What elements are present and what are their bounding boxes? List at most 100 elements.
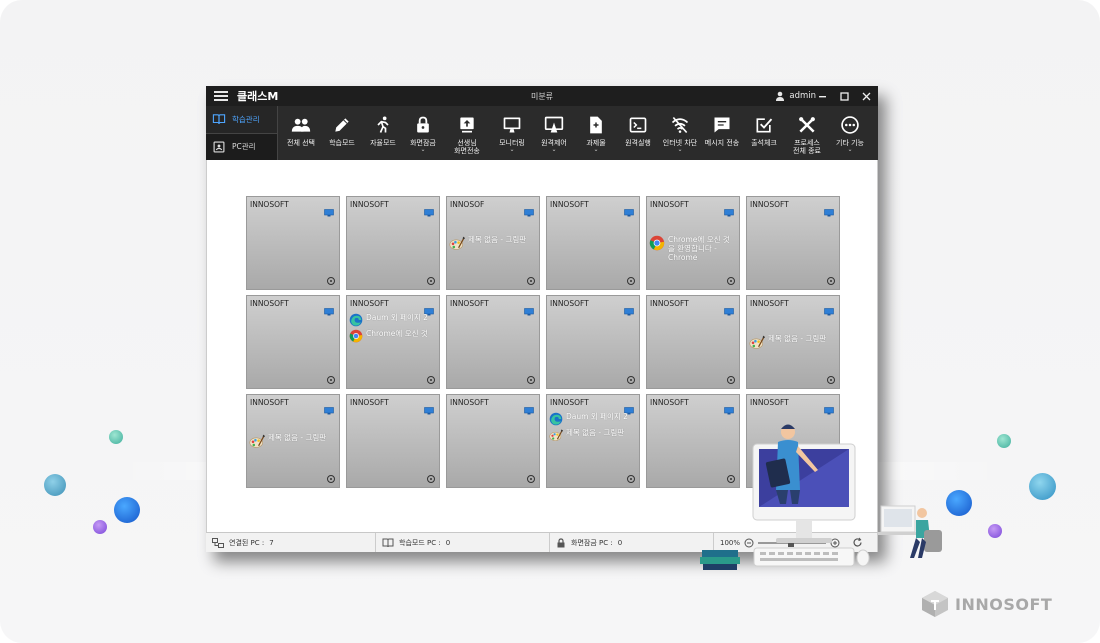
lock-status: 화면잠금 PC : 0 <box>550 533 714 552</box>
wifi-off-icon <box>670 115 690 139</box>
desktop-icon[interactable] <box>624 202 634 217</box>
pc-tile[interactable]: INNOSOFT <box>446 295 540 389</box>
toolbar-button-users[interactable]: 전체 선택 <box>281 115 321 147</box>
chevron-down-icon[interactable]: ⌄ <box>551 147 556 153</box>
more-icon <box>840 115 860 139</box>
running-process: 제목 없음 - 그림판 <box>449 235 535 251</box>
pc-tile[interactable]: INNOSOFT <box>346 394 440 488</box>
pc-tile[interactable]: INNOSOFT <box>246 295 340 389</box>
desktop-icon[interactable] <box>324 400 334 415</box>
pc-tile[interactable]: INNOSOFT Daum 외 페이지 2 제목 없음 - 그림판 <box>546 394 640 488</box>
pc-tile[interactable]: INNOSOFT Chrome에 오신 것을 환영합니다 - Chrome <box>646 196 740 290</box>
settings-icon[interactable] <box>427 376 435 384</box>
toolbar-button-runner[interactable]: 자율모드 <box>363 115 403 147</box>
toolbar-button-screen-upload[interactable]: 선생님 화면전송 <box>443 115 491 155</box>
pc-tile[interactable]: INNOSOFT <box>346 196 440 290</box>
runner-icon <box>373 115 393 139</box>
toolbar-button-lock[interactable]: 화면잠금 ⌄ <box>403 115 443 153</box>
lock-icon <box>413 115 433 139</box>
settings-icon[interactable] <box>427 475 435 483</box>
settings-icon[interactable] <box>827 376 835 384</box>
toolbar-button-message[interactable]: 메시지 전송 <box>701 115 743 147</box>
maximize-icon <box>839 91 849 101</box>
terminal-icon <box>628 115 648 139</box>
settings-icon[interactable] <box>827 277 835 285</box>
toolbar-button-remote-control[interactable]: 원격제어 ⌄ <box>533 115 575 153</box>
chevron-down-icon[interactable]: ⌄ <box>420 147 425 153</box>
tab-learning-management[interactable]: 학습관리 <box>206 106 277 134</box>
desktop-icon[interactable] <box>824 400 834 415</box>
minimize-button[interactable] <box>816 90 828 102</box>
desktop-icon[interactable] <box>524 202 534 217</box>
desktop-icon[interactable] <box>824 202 834 217</box>
tab-pc-management[interactable]: PC관리 <box>206 134 277 161</box>
desktop-icon[interactable] <box>724 301 734 316</box>
pc-tile[interactable]: INNOSOF 제목 없음 - 그림판 <box>446 196 540 290</box>
chevron-down-icon[interactable]: ⌄ <box>593 147 598 153</box>
running-process: 제목 없음 - 그림판 <box>549 428 635 442</box>
title-bar: 클래스M 미분류 admin <box>206 86 878 106</box>
desktop-icon[interactable] <box>624 400 634 415</box>
desktop-icon[interactable] <box>724 400 734 415</box>
user-account[interactable]: admin <box>775 86 816 106</box>
toolbar-label-line2: 화면전송 <box>454 147 480 155</box>
running-process: Chrome에 오신 것을 환영합니다 - Chrome <box>649 235 735 262</box>
settings-icon[interactable] <box>527 475 535 483</box>
toolbar-label: 학습모드 <box>329 139 355 147</box>
pc-tile[interactable]: INNOSOFT <box>546 295 640 389</box>
study-mode-status: 학습모드 PC : 0 <box>376 533 550 552</box>
chevron-down-icon[interactable]: ⌄ <box>509 147 514 153</box>
pc-name: INNOSOFT <box>650 299 689 308</box>
pc-tile[interactable]: INNOSOFT 제목 없음 - 그림판 <box>746 295 840 389</box>
desktop-icon[interactable] <box>724 202 734 217</box>
settings-icon[interactable] <box>727 376 735 384</box>
settings-icon[interactable] <box>527 376 535 384</box>
pc-tile[interactable]: INNOSOFT <box>446 394 540 488</box>
pc-tile[interactable]: INNOSOFT <box>246 196 340 290</box>
toolbar-button-monitor[interactable]: 모니터링 ⌄ <box>491 115 533 153</box>
toolbar-button-check[interactable]: 출석체크 <box>743 115 785 147</box>
chevron-down-icon[interactable]: ⌄ <box>847 147 852 153</box>
desktop-icon[interactable] <box>324 202 334 217</box>
toolbar-button-document[interactable]: 과제물 ⌄ <box>575 115 617 153</box>
menu-icon[interactable] <box>214 91 228 101</box>
settings-icon[interactable] <box>627 277 635 285</box>
desktop-icon[interactable] <box>824 301 834 316</box>
settings-icon[interactable] <box>727 277 735 285</box>
toolbar-button-terminal[interactable]: 원격실행 <box>617 115 659 147</box>
desktop-icon[interactable] <box>324 301 334 316</box>
settings-icon[interactable] <box>327 277 335 285</box>
maximize-button[interactable] <box>838 90 850 102</box>
connected-count: 7 <box>269 538 274 547</box>
tab-label: PC관리 <box>232 142 256 152</box>
toolbar-button-pencil[interactable]: 학습모드 <box>321 115 363 147</box>
desktop-icon[interactable] <box>524 301 534 316</box>
connected-pc-status: 연결된 PC : 7 <box>206 533 376 552</box>
pc-tile[interactable]: INNOSOFT <box>646 295 740 389</box>
pc-card-icon <box>212 140 226 154</box>
desktop-icon[interactable] <box>424 202 434 217</box>
chevron-down-icon[interactable]: ⌄ <box>677 147 682 153</box>
desktop-icon[interactable] <box>424 400 434 415</box>
pc-name: INNOSOFT <box>350 200 389 209</box>
toolbar-button-more[interactable]: 기타 기능 ⌄ <box>829 115 871 153</box>
settings-icon[interactable] <box>327 376 335 384</box>
close-button[interactable] <box>860 90 872 102</box>
ribbon-toolbar: 학습관리 PC관리 전체 선택 학습모드 자율모드 화면잠금 ⌄ 선생님 화면전송 모니터링 ⌄ 원… <box>206 106 878 160</box>
desktop-icon[interactable] <box>624 301 634 316</box>
desktop-icon[interactable] <box>524 400 534 415</box>
settings-icon[interactable] <box>527 277 535 285</box>
pc-tile[interactable]: INNOSOFT Daum 외 페이지 2 Chrome에 오신 것 <box>346 295 440 389</box>
running-process: Chrome에 오신 것 <box>349 329 435 343</box>
desktop-icon[interactable] <box>424 301 434 316</box>
settings-icon[interactable] <box>427 277 435 285</box>
pc-tile[interactable]: INNOSOFT 제목 없음 - 그림판 <box>246 394 340 488</box>
pc-tile[interactable]: INNOSOFT <box>546 196 640 290</box>
toolbar-button-wifi-off[interactable]: 인터넷 차단 ⌄ <box>659 115 701 153</box>
pc-tile[interactable]: INNOSOFT <box>746 196 840 290</box>
settings-icon[interactable] <box>627 475 635 483</box>
settings-icon[interactable] <box>327 475 335 483</box>
toolbar-label: 출석체크 <box>751 139 777 147</box>
settings-icon[interactable] <box>627 376 635 384</box>
toolbar-button-tools[interactable]: 프로세스 전체 종료 <box>785 115 829 155</box>
